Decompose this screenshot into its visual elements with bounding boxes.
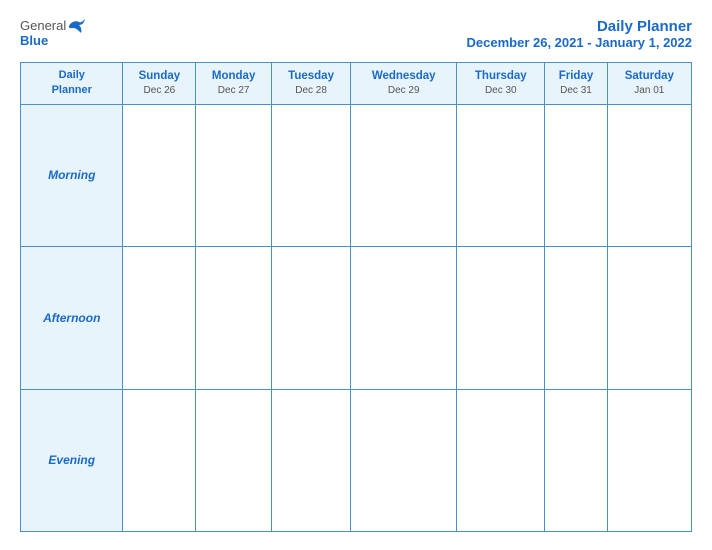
col-header-friday: FridayDec 31 (545, 63, 607, 105)
cell-evening-friday[interactable] (545, 389, 607, 531)
cell-evening-monday[interactable] (196, 389, 272, 531)
cell-afternoon-saturday[interactable] (607, 247, 691, 389)
table-row: Afternoon (21, 247, 692, 389)
table-row: Evening (21, 389, 692, 531)
table-row: Morning (21, 104, 692, 246)
day-date: Dec 29 (354, 84, 453, 97)
row-label-morning: Morning (21, 104, 123, 246)
col-header-wednesday: WednesdayDec 29 (351, 63, 457, 105)
day-date: Dec 27 (199, 84, 268, 97)
cell-afternoon-wednesday[interactable] (351, 247, 457, 389)
cell-afternoon-friday[interactable] (545, 247, 607, 389)
cell-evening-tuesday[interactable] (271, 389, 350, 531)
cell-morning-thursday[interactable] (457, 104, 545, 246)
table-label-header: Daily Planner (21, 63, 123, 105)
logo-general: General (20, 19, 66, 33)
day-date: Dec 31 (548, 84, 603, 97)
cell-afternoon-monday[interactable] (196, 247, 272, 389)
cell-morning-sunday[interactable] (123, 104, 196, 246)
label-header-line1: Daily (59, 69, 85, 81)
cell-evening-wednesday[interactable] (351, 389, 457, 531)
day-name: Monday (199, 69, 268, 84)
cell-morning-tuesday[interactable] (271, 104, 350, 246)
cell-evening-sunday[interactable] (123, 389, 196, 531)
planner-title: Daily Planner (467, 18, 692, 35)
col-header-saturday: SaturdayJan 01 (607, 63, 691, 105)
header: General Blue Daily Planner December 26, … (20, 18, 692, 50)
col-header-thursday: ThursdayDec 30 (457, 63, 545, 105)
day-date: Dec 30 (460, 84, 541, 97)
day-name: Friday (548, 69, 603, 84)
day-date: Dec 28 (275, 84, 347, 97)
col-header-sunday: SundayDec 26 (123, 63, 196, 105)
row-label-evening: Evening (21, 389, 123, 531)
cell-evening-saturday[interactable] (607, 389, 691, 531)
day-name: Thursday (460, 69, 541, 84)
cell-morning-wednesday[interactable] (351, 104, 457, 246)
day-name: Saturday (611, 69, 688, 84)
cell-morning-friday[interactable] (545, 104, 607, 246)
day-name: Tuesday (275, 69, 347, 84)
col-header-monday: MondayDec 27 (196, 63, 272, 105)
cell-afternoon-thursday[interactable] (457, 247, 545, 389)
cell-morning-monday[interactable] (196, 104, 272, 246)
day-date: Jan 01 (611, 84, 688, 97)
planner-date: December 26, 2021 - January 1, 2022 (467, 35, 692, 50)
cell-afternoon-sunday[interactable] (123, 247, 196, 389)
cell-morning-saturday[interactable] (607, 104, 691, 246)
title-area: Daily Planner December 26, 2021 - Januar… (467, 18, 692, 50)
cell-afternoon-tuesday[interactable] (271, 247, 350, 389)
logo-blue: Blue (20, 34, 48, 48)
day-name: Wednesday (354, 69, 453, 84)
cell-evening-thursday[interactable] (457, 389, 545, 531)
col-header-tuesday: TuesdayDec 28 (271, 63, 350, 105)
row-label-afternoon: Afternoon (21, 247, 123, 389)
day-name: Sunday (126, 69, 192, 84)
day-date: Dec 26 (126, 84, 192, 97)
calendar-table: Daily Planner SundayDec 26MondayDec 27Tu… (20, 62, 692, 532)
header-row: Daily Planner SundayDec 26MondayDec 27Tu… (21, 63, 692, 105)
logo-area: General Blue (20, 18, 87, 48)
label-header-line2: Planner (52, 84, 92, 96)
bird-icon (67, 18, 87, 34)
